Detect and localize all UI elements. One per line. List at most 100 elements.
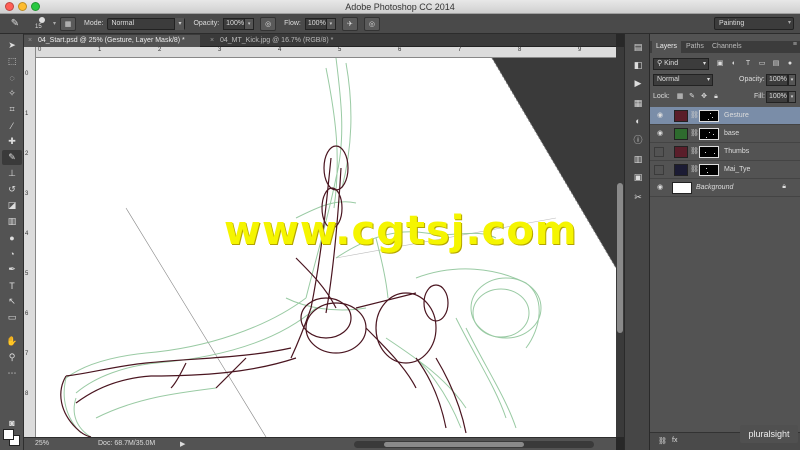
visibility-toggle-off[interactable] <box>654 165 664 175</box>
path-selection-tool-icon[interactable]: ↖ <box>2 294 22 309</box>
move-tool-icon[interactable]: ➤ <box>2 38 22 53</box>
eye-icon[interactable]: ◉ <box>655 129 665 139</box>
eyedropper-tool-icon[interactable]: ⁄ <box>2 118 22 133</box>
lock-all-icon[interactable]: 🔒︎ <box>711 92 721 102</box>
airbrush-button[interactable]: ✈ <box>341 16 358 31</box>
document-canvas[interactable]: www.cgtsj.com <box>36 58 616 437</box>
lock-image-icon[interactable]: ✎ <box>687 92 697 102</box>
pressure-opacity-button[interactable]: ◎ <box>260 16 277 31</box>
eye-icon[interactable]: ◉ <box>655 183 665 193</box>
gradient-tool-icon[interactable]: ▥ <box>2 214 22 229</box>
visibility-toggle-off[interactable] <box>654 147 664 157</box>
tab-04-mt-kick[interactable]: × 04_MT_Kick.jpg @ 16.7% (RGB/8) * <box>206 35 366 47</box>
tab-04-start[interactable]: × 04_Start.psd @ 25% (Gesture, Layer Mas… <box>24 35 200 47</box>
opacity-slider-toggle[interactable]: ▾ <box>245 17 255 30</box>
pen-tool-icon[interactable]: ✒ <box>2 262 22 277</box>
color-panel-icon[interactable]: ◧ <box>630 58 646 72</box>
layer-row-mai-tye[interactable]: ⛓ Mai_Tye <box>650 161 800 179</box>
ruler-top[interactable]: 0 1 2 3 4 5 6 7 8 9 <box>36 47 616 58</box>
link-icon[interactable]: ⛓ <box>690 111 699 119</box>
type-tool-icon[interactable]: T <box>2 278 22 293</box>
quick-mask-icon[interactable]: ◙ <box>2 415 22 430</box>
layer-row-gesture[interactable]: ◉ ⛓ Gesture <box>650 107 800 125</box>
hand-tool-icon[interactable]: ✋ <box>2 334 22 349</box>
crop-tool-icon[interactable]: ⌗ <box>2 102 22 117</box>
tab-layers[interactable]: Layers <box>652 41 682 53</box>
horizontal-scrollbar[interactable] <box>354 441 594 448</box>
panel-menu-icon[interactable]: ≡ <box>793 41 797 48</box>
flow-slider-toggle[interactable]: ▾ <box>326 17 336 30</box>
flow-input[interactable]: 100% <box>304 17 327 30</box>
horizontal-scroll-thumb[interactable] <box>384 442 524 447</box>
workspace-switcher[interactable]: Painting ▾ <box>714 17 794 30</box>
blend-mode-select[interactable]: Normal ▾ <box>653 74 713 86</box>
foreground-color-swatch[interactable] <box>3 429 14 440</box>
ruler-number: 0 <box>25 71 29 77</box>
layer-fill-slider-toggle[interactable]: ▾ <box>788 91 796 103</box>
link-icon[interactable]: ⛓ <box>690 147 699 155</box>
layer-opacity-input[interactable]: 100% <box>766 74 788 86</box>
info-panel-icon[interactable]: ⓘ <box>630 132 646 146</box>
status-menu-arrow-icon[interactable]: ▶ <box>180 440 185 448</box>
dodge-tool-icon[interactable]: ◔ <box>2 246 22 261</box>
tab-channels[interactable]: Channels <box>708 41 746 53</box>
vertical-scroll-thumb[interactable] <box>617 183 623 333</box>
healing-brush-tool-icon[interactable]: ✚ <box>2 134 22 149</box>
eraser-tool-icon[interactable]: ◪ <box>2 198 22 213</box>
layer-opacity-slider-toggle[interactable]: ▾ <box>788 74 796 86</box>
layer-mask-thumbnail[interactable] <box>699 110 719 122</box>
marquee-tool-icon[interactable]: ⬚ <box>2 54 22 69</box>
clone-source-panel-icon[interactable]: ▣ <box>630 170 646 184</box>
tool-presets-panel-icon[interactable]: ✂ <box>630 190 646 204</box>
more-tools-icon[interactable]: ⋯ <box>2 366 22 381</box>
zoom-level[interactable]: 25% <box>35 440 49 447</box>
lock-transparent-icon[interactable]: ▦ <box>675 92 685 102</box>
eye-icon[interactable]: ◉ <box>655 111 665 121</box>
smart-object-filter-icon[interactable]: ▤ <box>771 59 781 69</box>
adjustment-filter-icon[interactable]: ◐ <box>729 59 739 69</box>
layer-fill-input[interactable]: 100% <box>766 91 788 103</box>
pressure-size-button[interactable]: ◎ <box>363 16 380 31</box>
ruler-left[interactable]: 0 1 2 3 4 5 6 7 8 <box>24 47 36 437</box>
layer-mask-thumbnail[interactable] <box>699 164 719 176</box>
brush-panel-toggle-button[interactable]: ▦ <box>60 16 76 31</box>
mode-select[interactable]: Normal ▾ <box>107 17 186 30</box>
tab-paths[interactable]: Paths <box>682 41 708 53</box>
lasso-tool-icon[interactable]: ◌ <box>2 70 22 85</box>
quick-select-tool-icon[interactable]: ✧ <box>2 86 22 101</box>
opacity-input[interactable]: 100% <box>223 17 246 30</box>
adjustments-panel-icon[interactable]: ◐ <box>630 114 646 128</box>
brush-tool-preset-icon[interactable]: ✎ <box>4 16 26 32</box>
layer-mask-thumbnail[interactable] <box>699 146 719 158</box>
layer-row-thumbs[interactable]: ⛓ Thumbs <box>650 143 800 161</box>
layer-filter-kind-select[interactable]: ⚲ Kind ▾ <box>653 58 709 70</box>
clone-stamp-tool-icon[interactable]: ⊥ <box>2 166 22 181</box>
lock-position-icon[interactable]: ✥ <box>699 92 709 102</box>
vertical-scrollbar[interactable] <box>616 47 624 437</box>
layer-mask-thumbnail[interactable] <box>699 128 719 140</box>
brush-presets-panel-icon[interactable]: ▥ <box>630 152 646 166</box>
link-icon[interactable]: ⛓ <box>690 165 699 173</box>
shape-filter-icon[interactable]: ▭ <box>757 59 767 69</box>
actions-panel-icon[interactable]: ▶ <box>630 76 646 90</box>
layer-row-background[interactable]: ◉ Background 🔒︎ <box>650 179 800 197</box>
zoom-tool-icon[interactable]: ⚲ <box>2 350 22 365</box>
link-icon[interactable]: ⛓ <box>690 129 699 137</box>
history-panel-icon[interactable]: ▤ <box>630 40 646 54</box>
close-icon[interactable]: × <box>28 35 32 47</box>
filter-toggle-icon[interactable]: ● <box>785 59 795 69</box>
type-filter-icon[interactable]: T <box>743 59 753 69</box>
pixel-filter-icon[interactable]: ▣ <box>715 59 725 69</box>
swatches-panel-icon[interactable]: ▦ <box>630 96 646 110</box>
brush-preset-picker[interactable]: 15 ▾ <box>32 16 56 32</box>
close-icon[interactable]: × <box>210 35 214 47</box>
options-bar: ✎ 15 ▾ ▦ Mode: Normal ▾ Opacity: 100% ▾ … <box>0 14 800 34</box>
layer-style-icon[interactable]: fx <box>672 437 677 444</box>
blur-tool-icon[interactable]: ● <box>2 230 22 245</box>
history-brush-tool-icon[interactable]: ↺ <box>2 182 22 197</box>
link-layers-icon[interactable]: ⛓ <box>658 437 667 445</box>
layer-row-base[interactable]: ◉ ⛓ base <box>650 125 800 143</box>
brush-tool-icon[interactable]: ✎ <box>2 150 22 165</box>
shape-tool-icon[interactable]: ▭ <box>2 310 22 325</box>
ruler-number: 7 <box>458 47 462 53</box>
